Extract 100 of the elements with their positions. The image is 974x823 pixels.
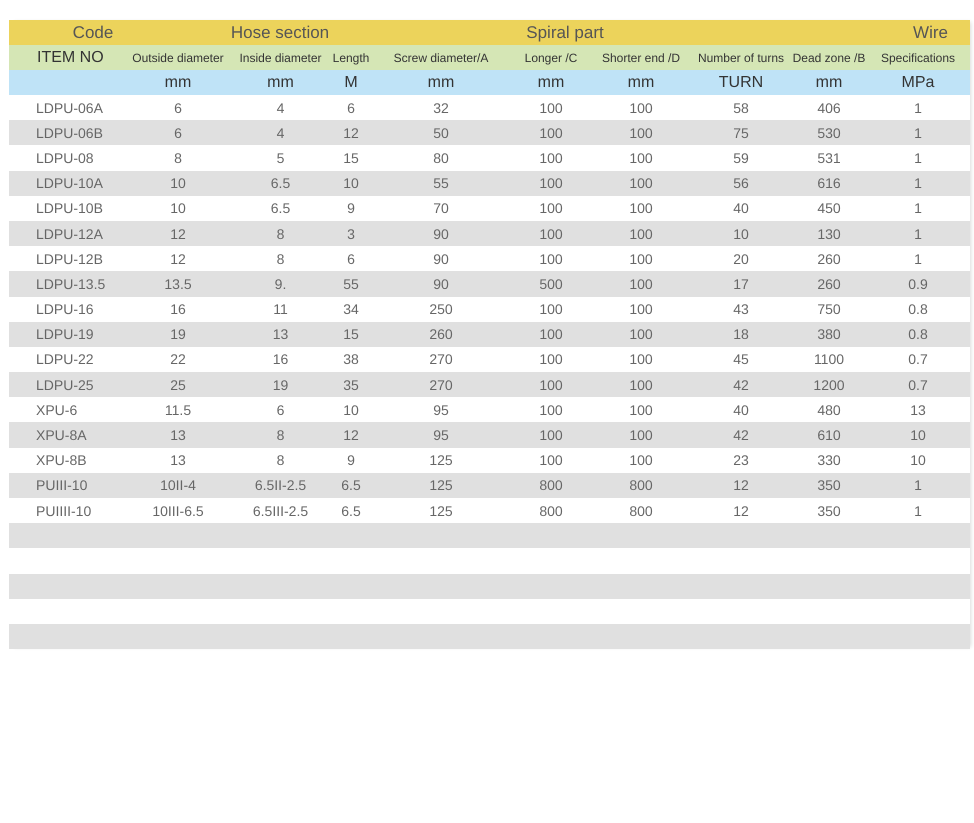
table-cell-text: 4 [276,124,286,141]
table-cell-text: 6.5 [340,502,362,519]
table-cell-text: 0.8 [907,326,929,342]
table-cell-text: 9 [346,452,356,468]
table-cell-text: 90 [432,276,450,292]
table-cell-text: 0.7 [907,351,929,368]
table-cell-text: 100 [628,376,654,393]
table-cell-text: LDPU-10A [35,175,104,192]
table-cell-text: 3 [346,226,356,242]
table-cell-text: 13.5 [163,276,193,292]
table-cell-text: 90 [432,226,450,242]
table-cell-text: 6 [173,100,183,116]
table-cell-text: 800 [538,477,564,494]
table-cell-text: 0.9 [907,276,929,292]
column-heading: Length [332,50,370,64]
column-heading: ITEM NO [36,48,105,66]
table-cell-text: 95 [432,402,450,418]
unit-label: mm [266,74,295,92]
table-cell-text: 35 [342,376,360,393]
unit-label: mm [536,74,566,92]
table-cell-text: 10 [169,200,187,216]
table-cell-text: 55 [342,276,360,292]
table-cell-text: LDPU-06A [35,100,104,116]
group-heading: Hose section [230,22,330,42]
table-cell-text: PUIIII-10 [35,502,92,519]
table-cell-text: 350 [816,477,842,494]
table-cell-text: 6.5III-2.5 [252,502,310,519]
table-cell-text: 12 [169,226,187,242]
table-cell-text: 100 [538,427,564,444]
table-cell-text: 6.5 [340,477,362,494]
table-cell-text: 100 [628,150,654,166]
table-cell-text: 100 [538,301,564,318]
table-cell-text: 450 [816,200,842,216]
table-cell-text: 12 [342,427,360,444]
table-cell-text: 4 [276,100,286,116]
table-cell-text: 1 [913,477,923,494]
table-cell-text: LDPU-12A [35,226,104,242]
table-cell-text: 125 [428,477,454,494]
table-cell-text: 616 [816,175,842,192]
table-cell-text: 125 [428,452,454,468]
table-cell-text: 1 [913,150,923,166]
table-cell-text: 38 [342,351,360,368]
column-heading: Inside diameter [238,50,323,64]
table-cell-text: 1 [913,502,923,519]
table-cell-text: 530 [816,124,842,141]
table-cell-text: 480 [816,402,842,418]
table-cell-text: 0.8 [907,301,929,318]
table-cell-text: 270 [428,351,454,368]
table-cell-text: PUIII-10 [35,477,88,494]
table-cell-text: 17 [732,276,750,292]
table-cell-text: 100 [538,326,564,342]
unit-label: TURN [718,74,764,92]
table-cell-text: 800 [628,477,654,494]
table-cell-text: 100 [538,250,564,267]
unit-label: mm [626,74,656,92]
column-heading: Number of turns [696,50,786,64]
table-cell-text: 12 [342,124,360,141]
table-cell-text: 6 [346,250,356,267]
table-cell-text: 10III-6.5 [151,502,205,519]
table-cell-text: 406 [816,100,842,116]
table-cell-text: 260 [816,250,842,267]
table-cell-text: LDPU-06B [35,124,104,141]
table-cell-text: 5 [276,150,286,166]
table-cell-text: 260 [428,326,454,342]
table-cell-text: 100 [628,200,654,216]
table-cell-text: 70 [432,200,450,216]
table-cell-text: LDPU-16 [35,301,95,318]
table-cell-text: 42 [732,427,750,444]
table-cell-text: XPU-6 [35,402,78,418]
table-cell-text: 100 [538,100,564,116]
table-cell-text: 59 [732,150,750,166]
table-cell-text: 55 [432,175,450,192]
table-cell-text: 531 [816,150,842,166]
table-cell-text: 125 [428,502,454,519]
table-cell-text: LDPU-25 [35,376,95,393]
table-cell-text: 100 [628,427,654,444]
table-cell-text: 8 [276,452,286,468]
table-cell-text: 6.5II-2.5 [254,477,308,494]
column-heading: Longer /C [524,50,578,64]
table-cell-text: 270 [428,376,454,393]
table-cell-text: 8 [276,250,286,267]
table-cell-text: 6.5 [270,200,292,216]
table-cell-text: 100 [628,250,654,267]
table-cell-text: 45 [732,351,750,368]
table-cell-text: 100 [628,351,654,368]
table-cell-text: LDPU-10B [35,200,104,216]
table-cell-text: 100 [538,124,564,141]
table-cell-text: 11 [272,301,289,318]
table-cell-text: 330 [816,452,842,468]
table-cell-text: 75 [732,124,750,141]
table-cell-text: 40 [732,200,750,216]
unit-label: mm [426,74,456,92]
table-cell-text: 100 [628,276,654,292]
table-cell-text: 15 [342,326,360,342]
table-cell-text: 43 [732,301,750,318]
table-cell-text: 10 [169,175,187,192]
table-cell-text: 100 [538,452,564,468]
table-cell-text: 0.7 [907,376,929,393]
table-cell-text: 750 [816,301,842,318]
table-cell-text: 100 [538,175,564,192]
